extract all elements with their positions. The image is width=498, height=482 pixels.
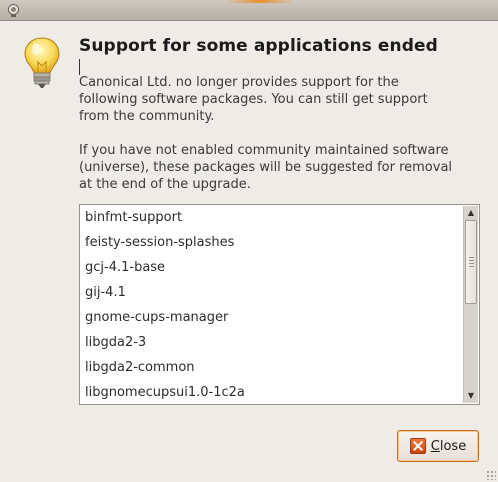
scrollbar-grip: [469, 257, 474, 269]
close-button[interactable]: Close: [397, 430, 479, 462]
list-item[interactable]: gcj-4.1-base: [80, 255, 461, 280]
message-paragraph-2: If you have not enabled community mainta…: [79, 143, 453, 192]
package-list-scrollbar[interactable]: ▲ ▼: [463, 206, 478, 403]
text-cursor: [79, 59, 80, 75]
scroll-up-arrow-icon[interactable]: ▲: [466, 208, 476, 218]
list-item[interactable]: libgda2-3: [80, 330, 461, 355]
package-list[interactable]: binfmt-support feisty-session-splashes g…: [79, 204, 480, 405]
list-item[interactable]: libgnomecupsui1.0-1c2a: [80, 380, 461, 404]
list-item[interactable]: gnome-cups-manager: [80, 305, 461, 330]
close-mnemonic: C: [430, 438, 440, 454]
close-icon: [409, 438, 426, 454]
scrollbar-thumb[interactable]: [465, 220, 477, 304]
lightbulb-icon: [24, 37, 60, 88]
package-list-rows: binfmt-support feisty-session-splashes g…: [80, 205, 461, 404]
resize-grip[interactable]: [486, 470, 496, 480]
message-paragraph-1: Canonical Ltd. no longer provides suppor…: [79, 75, 428, 124]
close-button-label: Close: [431, 439, 466, 454]
list-item[interactable]: binfmt-support: [80, 205, 461, 230]
update-manager-icon[interactable]: [6, 3, 21, 18]
scroll-down-arrow-icon[interactable]: ▼: [466, 391, 476, 401]
list-item[interactable]: libgda2-common: [80, 355, 461, 380]
list-item[interactable]: feisty-session-splashes: [80, 230, 461, 255]
list-item[interactable]: gij-4.1: [80, 280, 461, 305]
window-titlebar[interactable]: [0, 0, 498, 21]
titlebar-accent: [225, 0, 295, 3]
dialog-heading: Support for some applications ended: [79, 36, 438, 56]
close-label-rest: lose: [439, 438, 467, 454]
